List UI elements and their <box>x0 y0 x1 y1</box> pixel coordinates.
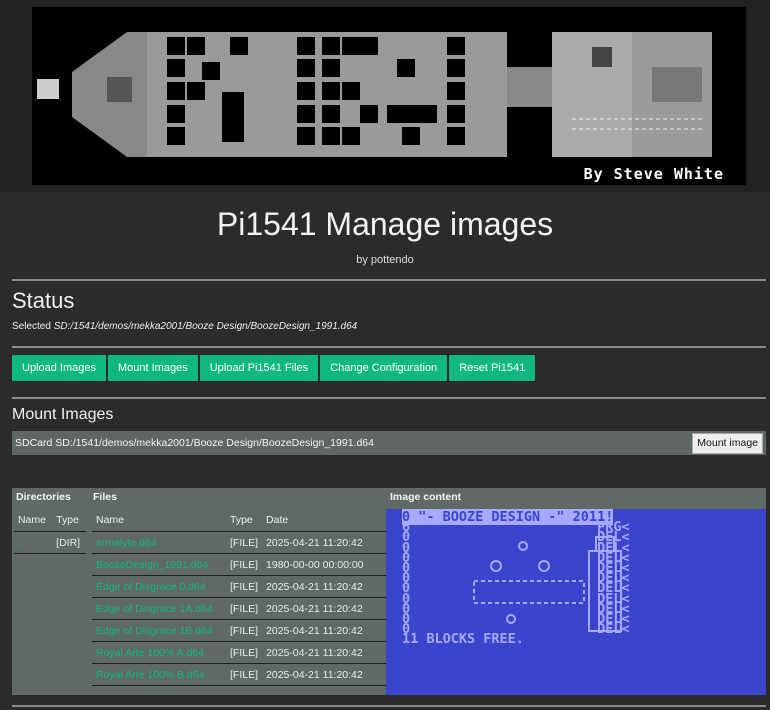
mount-bar: SDCard SD:/1541/demos/mekka2001/Booze De… <box>12 431 766 455</box>
file-type: [FILE] <box>226 641 263 664</box>
table-row[interactable]: Edge of Disgrace 1A.d64 [FILE] 2025-04-21 … <box>92 597 386 620</box>
file-date: 1980-00-00 00:00:00 <box>262 553 386 576</box>
file-name[interactable]: Edge of Disgrace 1B.d64 <box>92 619 226 642</box>
file-type: [FILE] <box>226 531 263 554</box>
directories-panel: Name Type .. [DIR] <box>12 509 88 695</box>
file-col-type: Type <box>226 509 263 532</box>
file-date: 2025-04-21 11:20:42 <box>262 641 386 664</box>
divider <box>12 397 766 399</box>
dir-type: [DIR] <box>52 531 86 554</box>
table-row[interactable]: armalyte.d64 [FILE] 2025-04-21 11:20:42 <box>92 531 386 554</box>
status-heading: Status <box>12 288 75 313</box>
mount-heading: Mount Images <box>12 406 114 423</box>
banner-byline: By Steve White <box>583 165 724 183</box>
table-row[interactable]: BoozeDesign_1991.d64 [FILE] 1980-00-00 00:… <box>92 553 386 576</box>
divider <box>12 346 766 348</box>
mount-images-button[interactable]: Mount Images <box>108 355 198 381</box>
divider <box>12 279 766 281</box>
files-table: Name Type Date armalyte.d64 [FILE] 2025-04… <box>92 509 386 686</box>
banner-area: By Steve White <box>0 0 770 192</box>
table-row[interactable]: Royal Arte 100% A.d64 [FILE] 2025-04-21 11… <box>92 641 386 664</box>
disk-directory-listing: 0 "- BOOZE DESIGN -" 2011! 6 PRG< 0 DEL<… <box>402 509 630 648</box>
directories-header: Directories <box>16 491 71 503</box>
files-panel: Name Type Date armalyte.d64 [FILE] 2025-04… <box>92 509 386 686</box>
blocks-free: 11 BLOCKS FREE. <box>402 631 524 648</box>
page-subtitle: by pottendo <box>356 254 414 266</box>
table-row[interactable]: Edge of Disgrace 0.d64 [FILE] 2025-04-21 1… <box>92 575 386 598</box>
upload-pi1541-files-button[interactable]: Upload Pi1541 Files <box>199 355 319 381</box>
file-date: 2025-04-21 11:20:42 <box>262 663 386 686</box>
selected-label: Selected <box>12 321 51 332</box>
dir-col-type: Type <box>52 509 86 532</box>
file-name[interactable]: Edge of Disgrace 0.d64 <box>92 575 226 598</box>
change-configuration-button[interactable]: Change Configuration <box>320 355 448 381</box>
files-header: Files <box>93 491 117 503</box>
upload-images-button[interactable]: Upload Images <box>12 355 106 381</box>
directories-table: Name Type .. [DIR] <box>14 509 86 554</box>
file-type: [FILE] <box>226 597 263 620</box>
file-date: 2025-04-21 11:20:42 <box>262 619 386 642</box>
dir-name[interactable]: .. <box>14 531 53 554</box>
file-date: 2025-04-21 11:20:42 <box>262 531 386 554</box>
file-name[interactable]: Royal Arte 100% A.d64 <box>92 641 226 664</box>
file-name[interactable]: Royal Arte 100% B.d64 <box>92 663 226 686</box>
file-name[interactable]: armalyte.d64 <box>92 531 226 554</box>
file-type: [FILE] <box>226 619 263 642</box>
file-browser: Directories Files Image content Name Typ… <box>12 488 766 695</box>
file-type: [FILE] <box>226 663 263 686</box>
file-type: [FILE] <box>226 575 263 598</box>
selected-path: SD:/1541/demos/mekka2001/Booze Design/Bo… <box>53 321 358 332</box>
file-name[interactable]: Edge of Disgrace 1A.d64 <box>92 597 226 620</box>
toolbar: Upload Images Mount Images Upload Pi1541… <box>12 355 536 381</box>
reset-pi1541-button[interactable]: Reset Pi1541 <box>449 355 536 381</box>
spaceship-art <box>37 32 712 157</box>
pixel-art-banner: By Steve White <box>32 7 746 185</box>
selected-image: Selected SD:/1541/demos/mekka2001/Booze … <box>12 321 357 332</box>
dir-col-name: Name <box>14 509 53 532</box>
file-type: [FILE] <box>226 553 263 576</box>
table-row[interactable]: .. [DIR] <box>14 531 86 554</box>
disk-header-line: 0 "- BOOZE DESIGN -" 2011! <box>402 509 614 525</box>
mount-image-button[interactable]: Mount image <box>692 433 763 454</box>
mount-path: SDCard SD:/1541/demos/mekka2001/Booze De… <box>15 437 374 449</box>
file-name[interactable]: BoozeDesign_1991.d64 <box>92 553 226 576</box>
file-date: 2025-04-21 11:20:42 <box>262 597 386 620</box>
page-title: Pi1541 Manage images <box>216 206 554 242</box>
dir-entry-type: DEL< <box>597 621 630 638</box>
file-col-name: Name <box>92 509 226 532</box>
image-content-header: Image content <box>390 491 462 503</box>
table-row[interactable]: Edge of Disgrace 1B.d64 [FILE] 2025-04-21 … <box>92 619 386 642</box>
table-row[interactable]: Royal Arte 100% B.d64 [FILE] 2025-04-21 11… <box>92 663 386 686</box>
image-content-panel: 0 "- BOOZE DESIGN -" 2011! 6 PRG< 0 DEL<… <box>386 509 766 695</box>
divider <box>12 705 766 707</box>
file-date: 2025-04-21 11:20:42 <box>262 575 386 598</box>
file-col-date: Date <box>262 509 386 532</box>
